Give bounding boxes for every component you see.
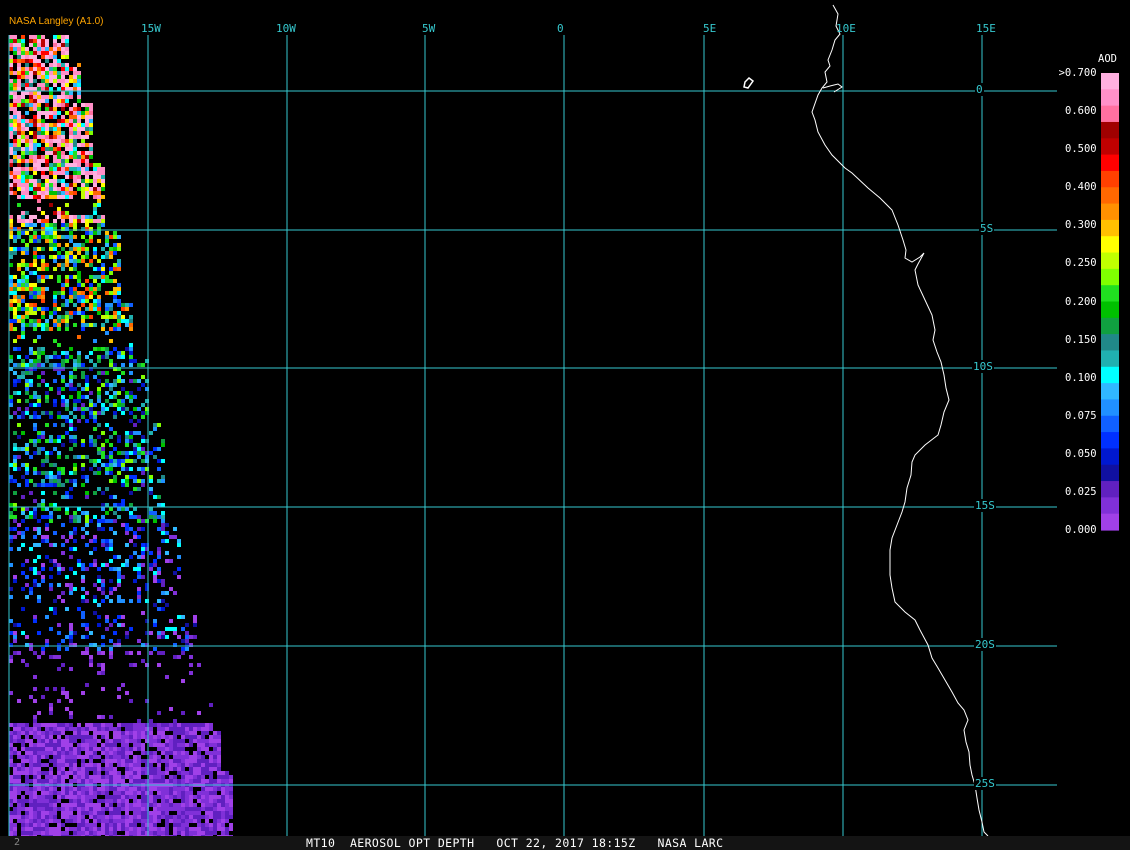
colorbar-swatch <box>1101 203 1119 221</box>
colorbar-swatch <box>1101 497 1119 515</box>
colorbar-swatch <box>1101 513 1119 531</box>
colorbar-swatch <box>1101 89 1119 107</box>
aod-map-viewer: NASA Langley (A1.0) 15W 10W 5W 0 5E 10E … <box>0 0 1130 850</box>
colorbar-swatch <box>1101 268 1119 286</box>
colorbar-tick-label: 0.200 <box>1065 295 1097 308</box>
lon-label: 5E <box>703 22 717 35</box>
colorbar-title: AOD <box>1098 53 1117 65</box>
colorbar-swatch <box>1101 399 1119 417</box>
footer-corner-mark: 2 <box>14 837 21 848</box>
colorbar <box>1101 73 1119 531</box>
colorbar-swatch <box>1101 366 1119 384</box>
lat-label: 5S <box>979 222 995 235</box>
lat-label: 25S <box>974 777 996 790</box>
colorbar-tick-label: 0.400 <box>1065 181 1097 194</box>
colorbar-tick-label: 0.075 <box>1065 409 1097 422</box>
lon-label: 5W <box>422 22 436 35</box>
coastline-mainland <box>811 4 989 836</box>
aod-map[interactable] <box>0 0 1130 836</box>
coastline <box>743 4 989 836</box>
colorbar-swatch <box>1101 317 1119 335</box>
colorbar-swatch <box>1101 73 1119 90</box>
colorbar-swatch <box>1101 464 1119 482</box>
colorbar-tick-label: 0.300 <box>1065 219 1097 232</box>
lon-label: 15W <box>141 22 161 35</box>
colorbar-swatch <box>1101 334 1119 352</box>
lon-label: 10W <box>276 22 296 35</box>
colorbar-tick-label: 0.150 <box>1065 333 1097 346</box>
colorbar-swatch <box>1101 432 1119 449</box>
lat-label: 0 <box>975 83 984 96</box>
footer-bar: 2 MT10 AEROSOL OPT DEPTH OCT 22, 2017 18… <box>0 836 1130 850</box>
colorbar-tick-label: 0.500 <box>1065 143 1097 156</box>
colorbar-tick-label: >0.700 <box>1058 67 1097 79</box>
colorbar-tick-label: 0.600 <box>1065 105 1097 118</box>
colorbar-swatch <box>1101 219 1119 237</box>
lat-label: 20S <box>974 638 996 651</box>
colorbar-tick-label: 0.250 <box>1065 257 1097 270</box>
source-label: NASA Langley (A1.0) <box>9 16 104 27</box>
aod-data-swath <box>9 35 233 836</box>
colorbar-swatch <box>1101 285 1119 303</box>
lon-label: 0 <box>557 22 564 35</box>
colorbar-swatch <box>1101 415 1119 433</box>
colorbar-swatch <box>1101 105 1119 123</box>
lon-label: 10E <box>836 22 856 35</box>
lat-label: 15S <box>974 499 996 512</box>
colorbar-swatch <box>1101 448 1119 466</box>
colorbar-swatch <box>1101 138 1119 156</box>
colorbar-tick-label: 0.025 <box>1065 485 1097 498</box>
colorbar-swatch <box>1101 252 1119 270</box>
colorbar-swatch <box>1101 170 1119 188</box>
colorbar-tick-label: 0.000 <box>1065 524 1097 536</box>
lat-lon-grid <box>8 35 1057 836</box>
colorbar-swatch <box>1101 481 1119 498</box>
colorbar-tick-label: 0.050 <box>1065 447 1097 460</box>
colorbar-swatch <box>1101 236 1119 254</box>
colorbar-tick-label: 0.100 <box>1065 371 1097 384</box>
coastline-island <box>743 77 755 89</box>
colorbar-swatch <box>1101 383 1119 401</box>
colorbar-swatch <box>1101 350 1119 368</box>
colorbar-swatch <box>1101 154 1119 172</box>
colorbar-swatch <box>1101 301 1119 319</box>
lon-label: 15E <box>976 22 996 35</box>
colorbar-swatch <box>1101 121 1119 139</box>
lat-label: 10S <box>972 360 994 373</box>
footer-caption: MT10 AEROSOL OPT DEPTH OCT 22, 2017 18:1… <box>306 836 724 850</box>
colorbar-swatch <box>1101 187 1119 205</box>
